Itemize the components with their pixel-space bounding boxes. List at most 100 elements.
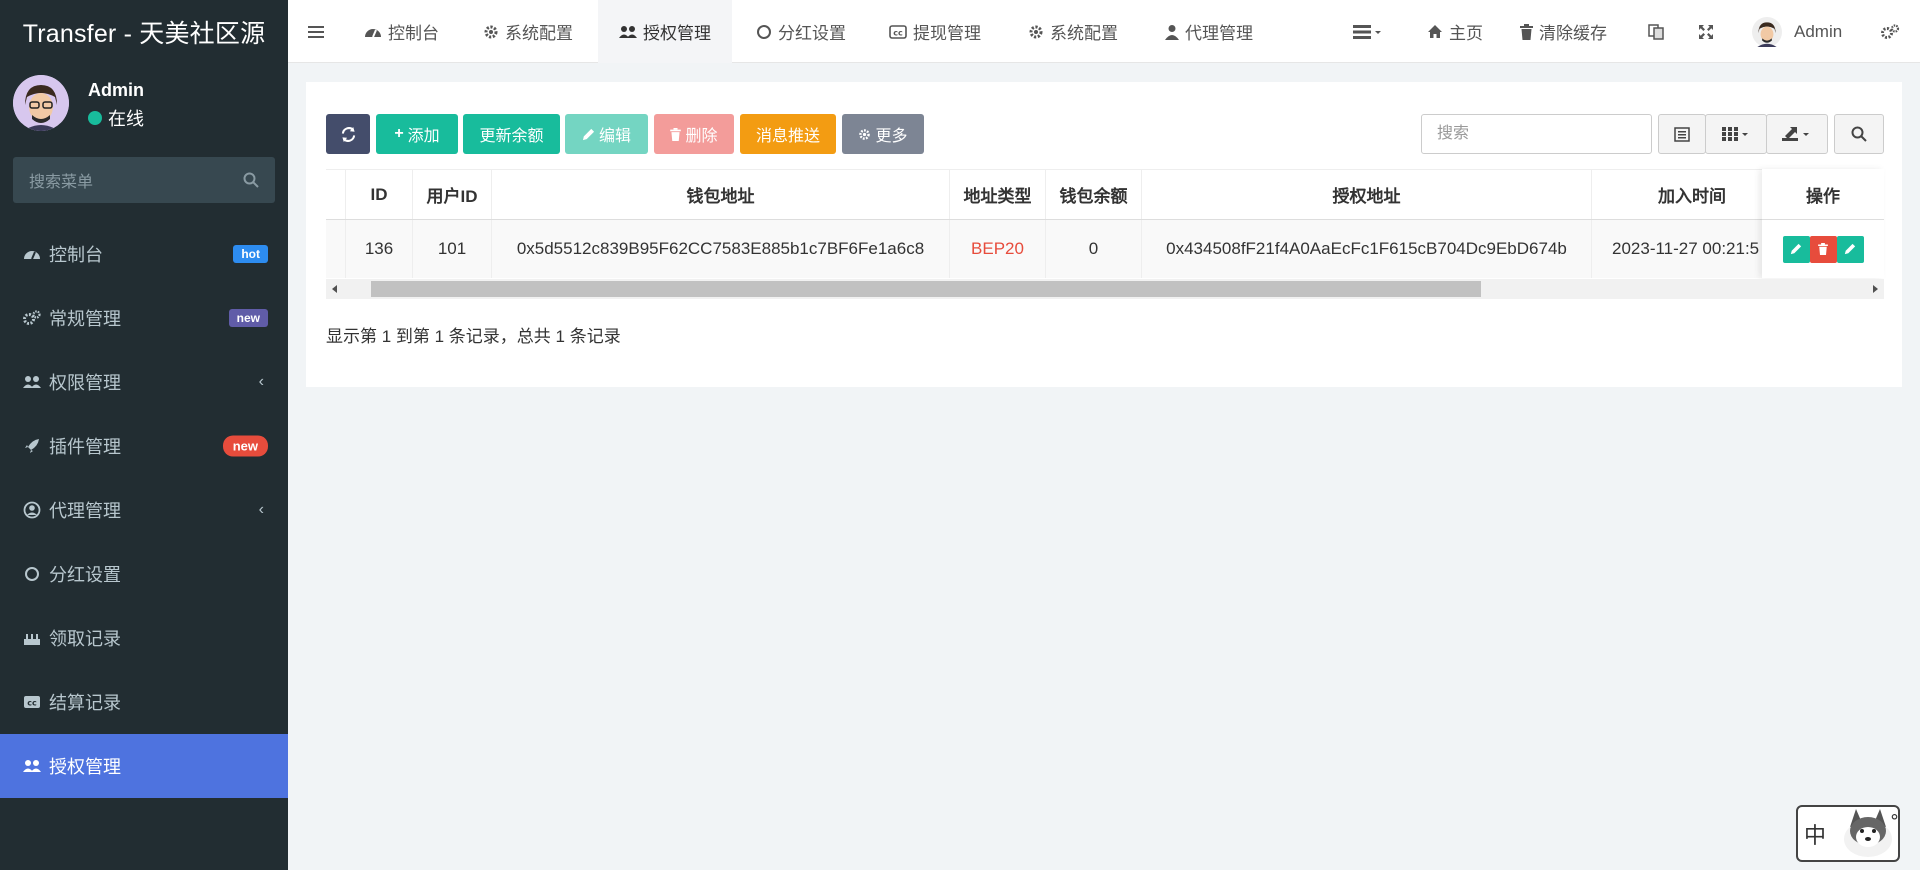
tab-authorization[interactable]: 授权管理 — [598, 0, 732, 63]
column-header-id[interactable]: ID — [346, 170, 413, 219]
group-icon — [22, 374, 42, 390]
group-icon — [619, 25, 637, 38]
pencil-icon — [1790, 243, 1802, 255]
delete-label: 删除 — [685, 128, 718, 145]
dashboard-icon — [365, 28, 381, 37]
column-header-balance[interactable]: 钱包余额 — [1046, 170, 1142, 219]
scrollbar-thumb[interactable] — [371, 281, 1481, 297]
app-title[interactable]: Transfer - 天美社区源 — [0, 0, 288, 63]
tab-system-config-2[interactable]: 系统配置 — [1028, 0, 1118, 63]
update-balance-button[interactable]: 更新余额 — [463, 114, 560, 154]
user-menu[interactable]: Admin — [1752, 0, 1842, 63]
add-button[interactable]: + 添加 — [376, 114, 458, 154]
table-row[interactable]: 136 101 0x5d5512c839B95F62CC7583E885b1c7… — [326, 220, 1884, 278]
sidebar-item-label: 插件管理 — [49, 437, 121, 457]
menu-search-input[interactable]: 搜索菜单 — [13, 157, 275, 203]
column-header-auth-address[interactable]: 授权地址 — [1142, 170, 1592, 219]
row-delete-button[interactable] — [1809, 235, 1837, 263]
checkbox-column-header[interactable] — [326, 170, 346, 219]
sidebar: Transfer - 天美社区源 Admin 在线 搜索菜单 控制台 hot 常… — [0, 0, 288, 870]
sidebar-toggle-button[interactable] — [308, 0, 330, 63]
user-circle-icon — [22, 501, 42, 519]
refresh-icon — [341, 126, 355, 142]
pagination-summary: 显示第 1 到第 1 条记录，总共 1 条记录 — [326, 327, 621, 346]
svg-text:cc: cc — [27, 699, 37, 708]
sidebar-item-agents[interactable]: 代理管理 ‹ — [0, 478, 288, 542]
search-icon — [243, 172, 259, 188]
tab-label: 系统配置 — [1050, 24, 1118, 43]
tabs-menu-dropdown[interactable] — [1353, 0, 1389, 63]
tab-withdraw[interactable]: cc 提现管理 — [889, 0, 981, 63]
hot-badge: hot — [233, 245, 268, 263]
sidebar-item-permissions[interactable]: 权限管理 ‹ — [0, 350, 288, 414]
trash-icon — [1520, 23, 1533, 40]
row-edit-button[interactable] — [1782, 235, 1810, 263]
control-sidebar-button[interactable] — [1880, 0, 1906, 63]
push-message-button[interactable]: 消息推送 — [740, 114, 836, 154]
home-link[interactable]: 主页 — [1427, 0, 1483, 63]
tab-system-config[interactable]: 系统配置 — [483, 0, 573, 63]
row-actions — [1762, 220, 1884, 278]
clear-cache-button[interactable]: 清除缓存 — [1520, 0, 1607, 63]
sidebar-item-label: 领取记录 — [49, 629, 121, 649]
scroll-left-arrow-icon[interactable] — [332, 285, 337, 293]
ime-indicator[interactable]: 中 °, — [1796, 805, 1900, 862]
search-toggle-button[interactable] — [1834, 114, 1884, 154]
toggle-card-view-button[interactable] — [1658, 114, 1706, 154]
column-header-type[interactable]: 地址类型 — [950, 170, 1046, 219]
edit-label: 编辑 — [598, 128, 631, 145]
svg-text:cc: cc — [893, 28, 903, 37]
row-edit-button-2[interactable] — [1836, 235, 1864, 263]
cc-icon: cc — [889, 24, 907, 39]
row-checkbox[interactable] — [326, 220, 346, 278]
cc-icon: cc — [22, 695, 42, 709]
online-status-icon — [88, 111, 102, 125]
trash-icon — [1818, 243, 1828, 255]
cell-user-id: 101 — [413, 220, 492, 278]
cell-wallet: 0x5d5512c839B95F62CC7583E885b1c7BF6Fe1a6… — [492, 220, 950, 278]
new-badge: new — [228, 309, 268, 327]
export-icon — [1782, 127, 1809, 141]
table-search-input[interactable]: 搜索 — [1421, 114, 1652, 154]
scroll-right-arrow-icon[interactable] — [1873, 285, 1878, 293]
sidebar-item-dividend[interactable]: 分红设置 — [0, 542, 288, 606]
top-navbar: 控制台 系统配置 授权管理 分红设置 cc 提现管理 系统配置 代理管理 主页 … — [288, 0, 1920, 63]
tab-dashboard[interactable]: 控制台 — [364, 0, 439, 63]
sidebar-item-label: 结算记录 — [49, 693, 121, 713]
rocket-icon — [22, 438, 42, 454]
birthday-icon — [22, 630, 42, 646]
column-header-user-id[interactable]: 用户ID — [413, 170, 492, 219]
operations-column: 操作 — [1762, 169, 1884, 278]
tab-agents[interactable]: 代理管理 — [1165, 0, 1253, 63]
pencil-icon — [1844, 243, 1856, 255]
export-dropdown-button[interactable] — [1766, 114, 1828, 154]
tab-label: 分红设置 — [778, 24, 846, 43]
refresh-button[interactable] — [326, 114, 370, 154]
translate-button[interactable] — [1648, 0, 1670, 63]
search-icon — [1851, 126, 1867, 142]
sidebar-item-dashboard[interactable]: 控制台 hot — [0, 222, 288, 286]
sidebar-item-plugins[interactable]: 插件管理 new — [0, 414, 288, 478]
sidebar-menu: 控制台 hot 常规管理 new 权限管理 ‹ 插件管理 new 代理管理 ‹ … — [0, 222, 288, 798]
trash-icon — [670, 127, 682, 141]
tab-label: 授权管理 — [643, 24, 711, 43]
columns-dropdown-button[interactable] — [1705, 114, 1767, 154]
fullscreen-button[interactable] — [1698, 0, 1720, 63]
sidebar-item-label: 授权管理 — [49, 757, 121, 777]
sidebar-item-general[interactable]: 常规管理 new — [0, 286, 288, 350]
tab-dividend[interactable]: 分红设置 — [756, 0, 846, 63]
sidebar-item-authorization[interactable]: 授权管理 — [0, 734, 288, 798]
chevron-left-icon: ‹ — [258, 501, 264, 518]
horizontal-scrollbar[interactable] — [326, 279, 1884, 299]
home-label: 主页 — [1449, 24, 1483, 43]
edit-button[interactable]: 编辑 — [565, 114, 648, 154]
sidebar-item-label: 分红设置 — [49, 565, 121, 585]
sidebar-item-claims[interactable]: 领取记录 — [0, 606, 288, 670]
table-header: ID 用户ID 钱包地址 地址类型 钱包余额 授权地址 加入时间 — [326, 169, 1884, 220]
more-button[interactable]: 更多 — [842, 114, 924, 154]
sidebar-item-settlement[interactable]: cc 结算记录 — [0, 670, 288, 734]
delete-button[interactable]: 删除 — [654, 114, 734, 154]
columns-icon — [1722, 127, 1748, 141]
group-icon — [22, 758, 42, 774]
column-header-wallet[interactable]: 钱包地址 — [492, 170, 950, 219]
